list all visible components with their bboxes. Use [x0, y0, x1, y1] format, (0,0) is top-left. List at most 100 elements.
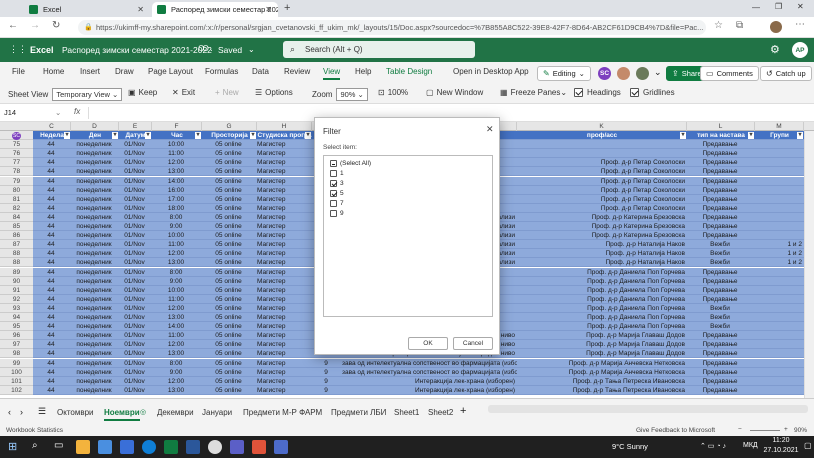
- cell-c[interactable]: 44: [33, 349, 71, 358]
- cell-f[interactable]: 12:00: [152, 340, 202, 349]
- cell-f[interactable]: 16:00: [152, 186, 202, 195]
- cell-c[interactable]: 44: [33, 277, 71, 286]
- column-header[interactable]: C: [33, 122, 71, 131]
- column-header-l[interactable]: тип на настава: [687, 131, 755, 140]
- cell-l[interactable]: Предавање: [687, 204, 755, 213]
- cell-e[interactable]: 01/Nov: [119, 313, 152, 322]
- cell-k[interactable]: Проф. д-р Даниела Поп Горчева: [517, 295, 687, 304]
- filter-item[interactable]: 9: [330, 210, 344, 217]
- row-number[interactable]: 88: [0, 249, 33, 259]
- cell-h[interactable]: Магистер: [257, 140, 312, 149]
- cell-k[interactable]: Проф. д-р Катерина Брезовска: [517, 213, 687, 222]
- row-number[interactable]: 92: [0, 294, 33, 304]
- cell-g[interactable]: 05 online: [202, 322, 257, 331]
- minimize-icon[interactable]: —: [752, 3, 760, 12]
- filter-dropdown-icon[interactable]: ▾: [797, 132, 803, 139]
- cell-d[interactable]: понеделник: [71, 277, 119, 286]
- cell-e[interactable]: 01/Nov: [119, 186, 152, 195]
- cell-e[interactable]: 01/Nov: [119, 295, 152, 304]
- filter-dropdown-icon[interactable]: ▾: [748, 132, 754, 139]
- zoom-100-button[interactable]: ⊡ 100%: [378, 88, 408, 97]
- cell-g[interactable]: 05 online: [202, 213, 257, 222]
- cell-l[interactable]: Предавање: [687, 167, 755, 176]
- cell-k[interactable]: Проф. д-р Катерина Брезовска: [517, 231, 687, 240]
- cell-f[interactable]: 10:00: [152, 231, 202, 240]
- filter-dropdown-icon[interactable]: ▾: [64, 132, 70, 139]
- cell-e[interactable]: 01/Nov: [119, 231, 152, 240]
- cell-g[interactable]: 05 online: [202, 158, 257, 167]
- cell-m[interactable]: [755, 167, 804, 176]
- cell-h[interactable]: Магистер: [257, 240, 312, 249]
- cell-c[interactable]: 44: [33, 249, 71, 258]
- cell-e[interactable]: 01/Nov: [119, 322, 152, 331]
- filter-dropdown-icon[interactable]: ▾: [145, 132, 151, 139]
- row-number[interactable]: 95: [0, 322, 33, 332]
- row-number[interactable]: 77: [0, 158, 33, 168]
- cell-k[interactable]: Проф. д-р Петар Соколоски: [517, 177, 687, 186]
- row-number[interactable]: 76: [0, 149, 33, 159]
- star-icon[interactable]: ☆: [714, 20, 723, 31]
- cell-d[interactable]: понеделник: [71, 204, 119, 213]
- cell-m[interactable]: 1 и 2: [755, 249, 804, 258]
- cell-l[interactable]: Предавање: [687, 286, 755, 295]
- cell-e[interactable]: 01/Nov: [119, 140, 152, 149]
- cell-m[interactable]: [755, 222, 804, 231]
- select-all-corner[interactable]: SC: [0, 131, 33, 141]
- cell-d[interactable]: понеделник: [71, 295, 119, 304]
- cell-f[interactable]: 11:00: [152, 295, 202, 304]
- exit-button[interactable]: ✕ Exit: [172, 88, 195, 97]
- cell-d[interactable]: понеделник: [71, 177, 119, 186]
- cell-f[interactable]: 13:00: [152, 349, 202, 358]
- cell-h[interactable]: Магистер: [257, 186, 312, 195]
- cell-h[interactable]: Магистер: [257, 386, 312, 395]
- cell-f[interactable]: 12:00: [152, 158, 202, 167]
- cell-e[interactable]: 01/Nov: [119, 359, 152, 368]
- cell-d[interactable]: понеделник: [71, 322, 119, 331]
- cell-f[interactable]: 8:00: [152, 213, 202, 222]
- clock-time[interactable]: 11:20: [764, 437, 798, 444]
- cell-g[interactable]: 05 online: [202, 286, 257, 295]
- collaborator-avatar[interactable]: [617, 67, 630, 80]
- cell-f[interactable]: 17:00: [152, 195, 202, 204]
- all-sheets-icon[interactable]: ☰: [38, 406, 46, 417]
- edge-icon[interactable]: [142, 440, 156, 454]
- back-icon[interactable]: ←: [8, 20, 18, 31]
- mail-icon[interactable]: [98, 440, 112, 454]
- cell-g[interactable]: 05 online: [202, 295, 257, 304]
- cell-f[interactable]: 11:00: [152, 240, 202, 249]
- horizontal-scrollbar[interactable]: [488, 405, 808, 413]
- zoom-out-icon[interactable]: −: [738, 426, 742, 433]
- row-number[interactable]: 85: [0, 222, 33, 232]
- search-icon[interactable]: ⌕: [32, 440, 38, 451]
- zoom-select[interactable]: 90% ⌄: [336, 88, 368, 101]
- cell-g[interactable]: 05 online: [202, 258, 257, 267]
- browser-tab-excel[interactable]: Excel ✕: [24, 2, 150, 17]
- cell-h[interactable]: Магистер: [257, 377, 312, 386]
- cell-e[interactable]: 01/Nov: [119, 222, 152, 231]
- cell-l[interactable]: Предавање: [687, 277, 755, 286]
- cell-i[interactable]: 9: [312, 368, 342, 377]
- cell-d[interactable]: понеделник: [71, 359, 119, 368]
- cell-l[interactable]: Предавање: [687, 331, 755, 340]
- cell-c[interactable]: 44: [33, 240, 71, 249]
- app-icon[interactable]: [252, 440, 266, 454]
- cell-h[interactable]: Магистер: [257, 268, 312, 277]
- cell-h[interactable]: Магистер: [257, 304, 312, 313]
- tab-formulas[interactable]: Formulas: [205, 67, 238, 76]
- collaborator-avatar[interactable]: [636, 67, 649, 80]
- cell-m[interactable]: [755, 368, 804, 377]
- cell-k[interactable]: Проф. д-р Даниела Поп Горчева: [517, 313, 687, 322]
- close-icon[interactable]: ✕: [265, 5, 272, 14]
- cell-g[interactable]: 05 online: [202, 349, 257, 358]
- cell-f[interactable]: 13:00: [152, 386, 202, 395]
- cell-c[interactable]: 44: [33, 140, 71, 149]
- catch-up-button[interactable]: ↺ Catch up: [760, 66, 812, 81]
- keep-button[interactable]: ▣ Keep: [128, 88, 157, 97]
- cell-k[interactable]: Проф. д-р Даниела Поп Горчева: [517, 268, 687, 277]
- user-avatar[interactable]: AP: [792, 42, 808, 58]
- cell-d[interactable]: понеделник: [71, 213, 119, 222]
- cell-d[interactable]: понеделник: [71, 158, 119, 167]
- tab-file[interactable]: File: [12, 67, 25, 76]
- notification-icon[interactable]: ▢: [804, 441, 812, 450]
- cell-l[interactable]: Предавање: [687, 368, 755, 377]
